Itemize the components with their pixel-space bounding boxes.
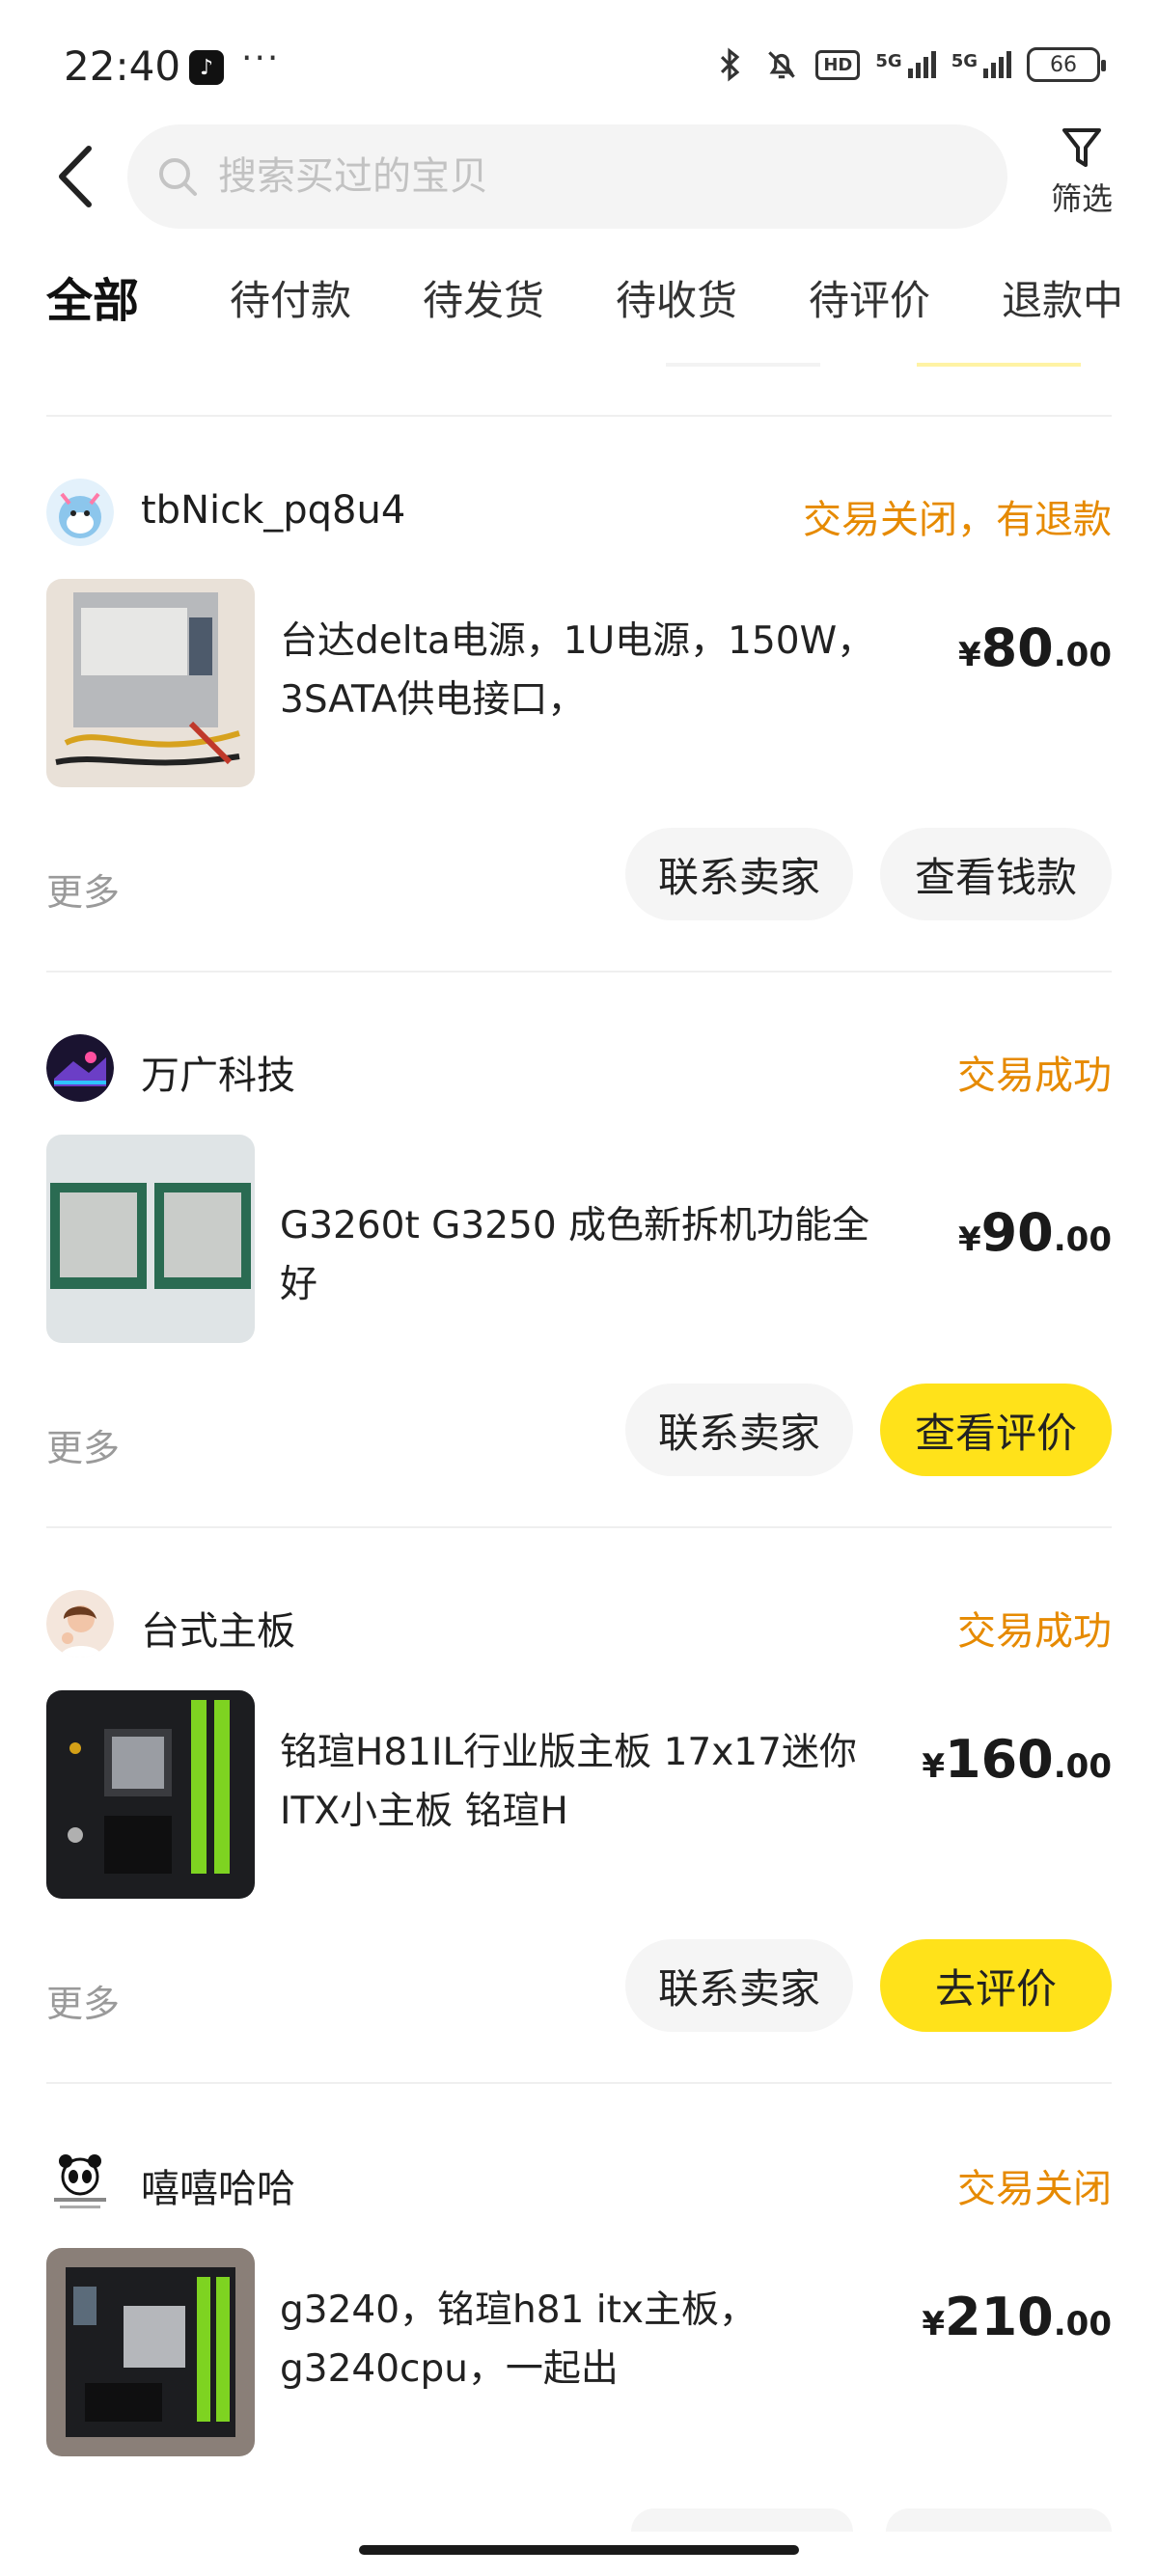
signal-icon-2: 5G: [951, 51, 1011, 78]
shop-name: 台式主板: [141, 1609, 295, 1654]
home-indicator[interactable]: [359, 2545, 799, 2555]
avatar: [46, 2148, 114, 2215]
order-card: 台式主板 交易成功 铭瑄H81IL行业版主板 17x17迷你ITX小主板 铭瑄H…: [0, 1588, 1158, 2146]
order-status: 交易成功: [957, 1054, 1112, 1098]
header: 筛选: [0, 121, 1158, 236]
shop-row[interactable]: 嘻嘻哈哈 交易关闭: [46, 2146, 1112, 2215]
write-review-button[interactable]: 去评价: [880, 1939, 1112, 2032]
search-icon: [159, 158, 197, 196]
tab-refunding[interactable]: 退款中: [1002, 268, 1123, 327]
price: ¥90.00: [957, 1202, 1112, 1263]
contact-seller-button[interactable]: 联系卖家: [625, 1939, 853, 2032]
product-image[interactable]: [46, 1690, 255, 1899]
order-tabs: 全部 待付款 待发货 待收货 待评价 退款中: [0, 259, 1158, 345]
product-image[interactable]: [46, 579, 255, 787]
order-card: 万广科技 交易成功 G3260t G3250 成色新拆机功能全好 ¥90.00 …: [0, 1032, 1158, 1590]
more-link[interactable]: 更多: [46, 863, 120, 916]
more-link[interactable]: 更多: [46, 1974, 120, 2027]
avatar: [46, 1590, 114, 1658]
tab-pending-review[interactable]: 待评价: [809, 268, 930, 327]
product-title[interactable]: 台达delta电源，1U电源，150W，3SATA供电接口，: [280, 612, 897, 729]
more-link[interactable]: 更多: [46, 1418, 120, 1471]
divider: [46, 2082, 1112, 2084]
order-status: 交易关闭: [957, 2167, 1112, 2211]
shop-row[interactable]: tbNick_pq8u4 交易关闭，有退款: [46, 477, 1112, 546]
tab-pending-receipt[interactable]: 待收货: [616, 268, 737, 327]
partial-button-edge: [666, 363, 820, 367]
shop-row[interactable]: 台式主板 交易成功: [46, 1588, 1112, 1658]
status-icons: HD 5G 5G 66: [711, 46, 1106, 83]
order-status: 交易关闭，有退款: [803, 498, 1112, 542]
partial-button[interactable]: [631, 2508, 853, 2532]
filter-icon: [1062, 128, 1101, 167]
battery-icon: 66: [1027, 47, 1106, 82]
bell-muted-icon: [768, 51, 796, 79]
contact-seller-button[interactable]: 联系卖家: [625, 1384, 853, 1476]
shop-name: 万广科技: [141, 1054, 295, 1098]
search-bar[interactable]: [127, 124, 1007, 229]
tab-pending-shipment[interactable]: 待发货: [423, 268, 544, 327]
divider: [46, 1526, 1112, 1528]
filter-label: 筛选: [1050, 180, 1113, 217]
product-title[interactable]: 铭瑄H81IL行业版主板 17x17迷你ITX小主板 铭瑄H: [280, 1723, 897, 1841]
view-payment-button[interactable]: 查看钱款: [880, 828, 1112, 920]
hd-badge: HD: [815, 49, 861, 80]
shop-row[interactable]: 万广科技 交易成功: [46, 1032, 1112, 1102]
product-image[interactable]: [46, 1135, 255, 1343]
product-title[interactable]: G3260t G3250 成色新拆机功能全好: [280, 1196, 897, 1314]
view-review-button[interactable]: 查看评价: [880, 1384, 1112, 1476]
avatar: [46, 479, 114, 546]
chevron-left-icon: [59, 146, 92, 207]
order-status: 交易成功: [957, 1609, 1112, 1654]
search-input[interactable]: [218, 124, 971, 229]
filter-button[interactable]: 筛选: [1042, 126, 1121, 223]
price: ¥210.00: [922, 2287, 1112, 2347]
status-bar: 22:40 ♪ ··· HD 5G 5G 66: [0, 0, 1158, 135]
product-image[interactable]: [46, 2248, 255, 2456]
divider: [46, 971, 1112, 973]
shop-name: 嘻嘻哈哈: [141, 2167, 295, 2211]
signal-icon: 5G: [875, 51, 936, 78]
product-title[interactable]: g3240，铭瑄h81 itx主板，g3240cpu，一起出: [280, 2281, 897, 2398]
bluetooth-icon: [721, 47, 740, 82]
partial-button[interactable]: [886, 2508, 1112, 2532]
partial-button-edge: [917, 363, 1081, 367]
price: ¥160.00: [922, 1729, 1112, 1790]
tab-pending-payment[interactable]: 待付款: [230, 268, 351, 327]
clock: 22:40: [64, 42, 181, 90]
divider: [46, 415, 1112, 417]
price: ¥80.00: [957, 617, 1112, 678]
back-button[interactable]: [46, 138, 104, 215]
order-card: 嘻嘻哈哈 交易关闭 g3240，铭瑄h81 itx主板，g3240cpu，一起出…: [0, 2146, 1158, 2532]
order-card: tbNick_pq8u4 交易关闭，有退款 台达delta电源，1U电源，150…: [0, 477, 1158, 1034]
tiktok-icon: ♪: [189, 50, 224, 85]
avatar: [46, 1034, 114, 1102]
contact-seller-button[interactable]: 联系卖家: [625, 828, 853, 920]
overflow-dots: ···: [241, 39, 281, 78]
tab-all[interactable]: 全部: [46, 262, 139, 330]
shop-name: tbNick_pq8u4: [141, 488, 406, 533]
